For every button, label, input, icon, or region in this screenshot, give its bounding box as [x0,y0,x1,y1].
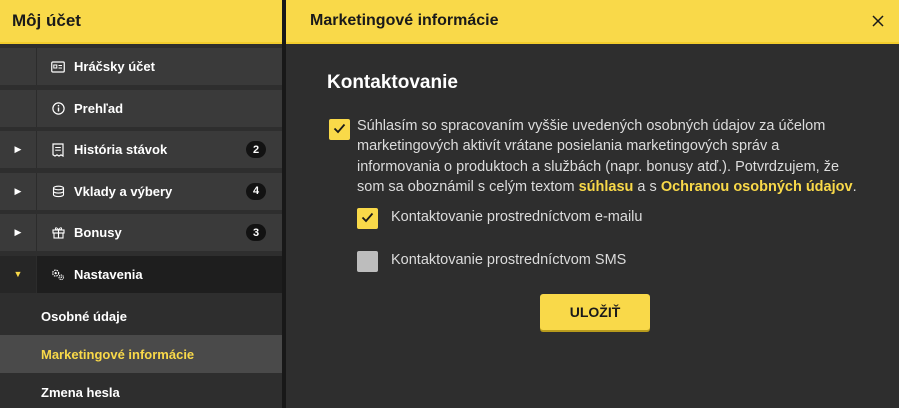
chevron-right-icon[interactable]: ▶ [0,173,36,210]
privacy-link[interactable]: Ochranou osobných údajov [661,179,853,195]
count-badge: 2 [246,141,266,158]
main-header: Marketingové informácie [286,0,899,44]
coins-icon [51,184,65,198]
id-card-icon [51,60,65,74]
nav-arrow-spacer [0,48,36,85]
sidebar-header: Môj účet [0,0,282,44]
checkmark-icon [333,121,346,139]
sidebar-item-hracsky-ucet[interactable]: Hráčsky účet [0,48,282,85]
subitem-zmena-hesla[interactable]: Zmena hesla [0,373,282,408]
sidebar-item-label: Hráčsky účet [74,59,155,74]
sidebar-item-label: Vklady a výbery [74,183,173,199]
gears-icon [51,267,65,281]
sms-contact-label: Kontaktovanie prostredníctvom SMS [391,252,627,268]
sidebar-title: Môj účet [12,11,81,30]
chevron-down-icon[interactable]: ▼ [0,255,36,293]
sidebar-nav: Hráčsky účet Prehľad ▶ História stávok 2 [0,44,282,408]
sidebar-item-prehlad[interactable]: Prehľad [0,89,282,127]
checkmark-icon [361,210,374,228]
sidebar-item-label: História stávok [74,142,168,157]
sidebar-item-label: Bonusy [74,225,122,240]
subitem-osobne-udaje[interactable]: Osobné údaje [0,297,282,335]
main-panel: Marketingové informácie Kontaktovanie Sú… [286,0,899,408]
sms-contact-checkbox[interactable] [357,251,378,272]
consent-link[interactable]: súhlasu [579,179,634,195]
close-icon[interactable] [869,12,887,30]
consent-checkbox[interactable] [329,119,350,140]
count-badge: 3 [246,224,266,241]
subitem-marketingove-informacie[interactable]: Marketingové informácie [0,335,282,373]
sidebar-item-vklady-a-vybery[interactable]: ▶ Vklady a výbery 4 [0,172,282,210]
email-contact-label: Kontaktovanie prostredníctvom e-mailu [391,209,643,225]
consent-text: Súhlasím so spracovaním vyššie uvedených… [357,118,857,195]
receipt-icon [51,142,65,157]
section-title: Kontaktovanie [327,72,458,93]
gift-icon [51,226,65,240]
email-contact-checkbox[interactable] [357,208,378,229]
sidebar: Môj účet Hráčsky účet Prehľad ▶ História… [0,0,282,408]
chevron-right-icon[interactable]: ▶ [0,131,36,168]
save-button[interactable]: ULOŽIŤ [540,294,650,330]
info-icon [51,101,65,115]
sidebar-item-historia-stavok[interactable]: ▶ História stávok 2 [0,131,282,168]
chevron-right-icon[interactable]: ▶ [0,214,36,251]
page-title: Marketingové informácie [310,12,499,29]
count-badge: 4 [246,182,266,200]
nav-arrow-spacer [0,90,36,127]
sidebar-item-label: Nastavenia [74,266,143,282]
sidebar-item-nastavenia[interactable]: ▼ Nastavenia [0,255,282,293]
sidebar-item-bonusy[interactable]: ▶ Bonusy 3 [0,214,282,251]
sidebar-item-label: Prehľad [74,100,124,116]
